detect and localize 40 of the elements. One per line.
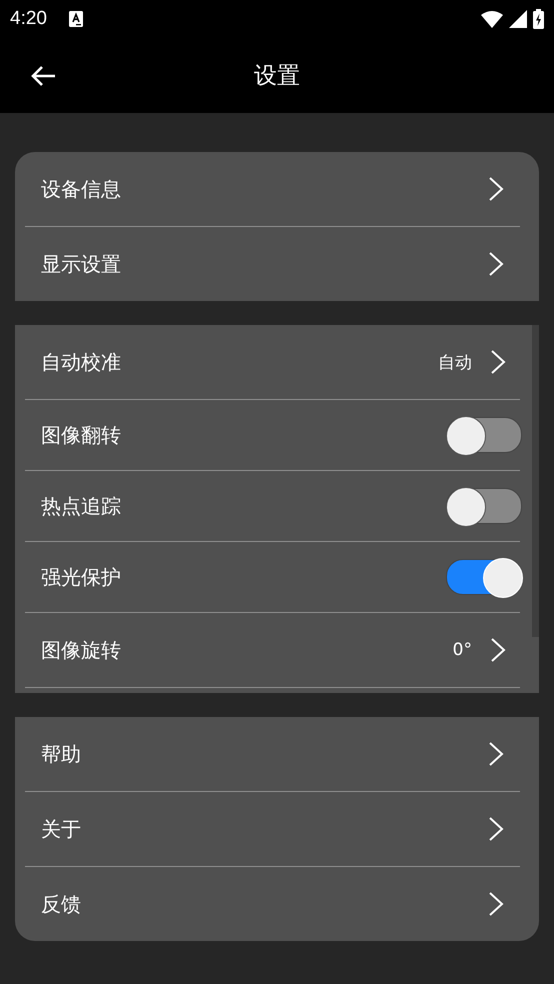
signal-icon [509, 10, 527, 28]
row-label: 自动校准 [41, 348, 121, 376]
page-title: 设置 [253, 62, 301, 91]
row-label: 热点追踪 [41, 492, 121, 520]
chevron-right-icon [488, 817, 504, 841]
chevron-right-icon [488, 252, 504, 276]
toggle-switch[interactable] [446, 417, 522, 453]
row-label: 关于 [41, 816, 81, 842]
row-label: 帮助 [41, 740, 81, 768]
back-arrow-icon[interactable] [30, 64, 56, 86]
settings-row[interactable]: 强光保护 [25, 542, 520, 613]
settings-row[interactable]: 显示设置 [25, 227, 520, 301]
chevron-right-icon [490, 350, 506, 374]
chevron-right-icon [488, 177, 504, 201]
toggle-switch[interactable] [446, 559, 522, 595]
row-label: 图像翻转 [41, 422, 121, 448]
settings-row[interactable]: 图像翻转 [25, 400, 520, 471]
toggle-switch[interactable] [446, 488, 522, 524]
settings-row[interactable]: 反馈 [25, 867, 520, 941]
row-value: 0° [452, 640, 472, 660]
settings-row[interactable]: 关于 [25, 792, 520, 867]
row-label: 强光保护 [41, 564, 121, 590]
row-label: 显示设置 [41, 250, 121, 278]
row-value: 自动 [438, 352, 472, 374]
row-label: 反馈 [41, 890, 81, 918]
settings-row[interactable]: 热点追踪 [25, 471, 520, 542]
keyboard-a-icon [68, 11, 83, 27]
scrollbar[interactable] [532, 325, 539, 637]
chevron-right-icon [490, 638, 506, 662]
settings-row[interactable]: 图像旋转 0° [25, 613, 520, 688]
settings-row[interactable]: 设备信息 [25, 152, 520, 227]
settings-row[interactable]: 帮助 [25, 717, 520, 792]
battery-icon [533, 9, 544, 29]
chevron-right-icon [488, 742, 504, 766]
status-time: 4:20 [10, 8, 47, 30]
chevron-right-icon [488, 892, 504, 916]
row-label: 设备信息 [41, 176, 121, 202]
wifi-icon [481, 10, 503, 28]
settings-row[interactable]: 自动校准 自动 [25, 325, 520, 400]
row-label: 图像旋转 [41, 636, 121, 664]
